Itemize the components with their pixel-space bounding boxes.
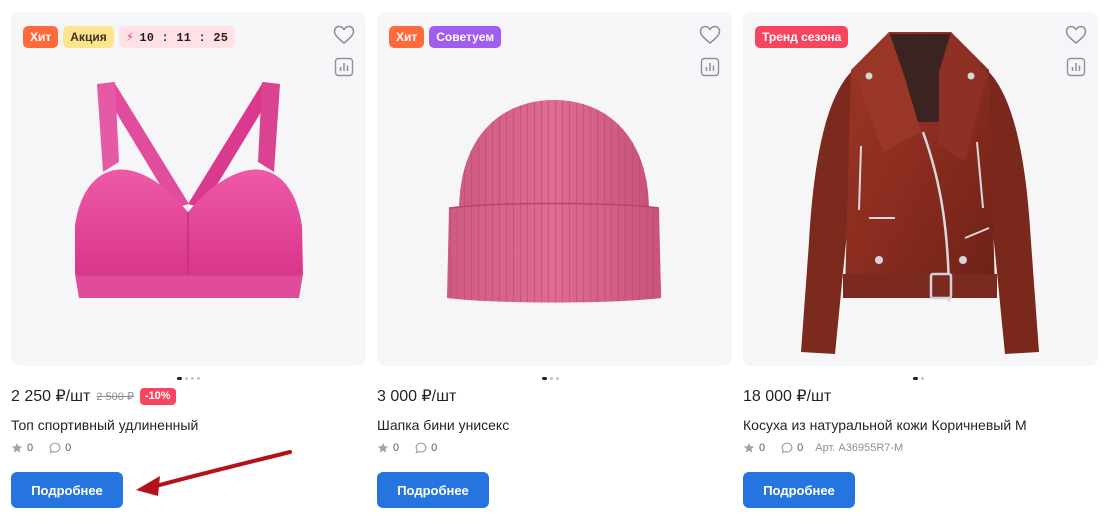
badges: Хит Акция ⚡ 10 : 11 : 25: [23, 26, 236, 48]
product-title[interactable]: Шапка бини унисекс: [377, 417, 509, 433]
details-button[interactable]: Подробнее: [11, 472, 123, 508]
price: 18 000 ₽/шт: [743, 388, 832, 405]
beanie-image: [447, 100, 661, 303]
rating-value: 0: [759, 442, 766, 454]
product-meta: 0 0 Арт. A36955R7-M: [743, 442, 903, 454]
product-image-box[interactable]: Хит Акция ⚡ 10 : 11 : 25: [11, 12, 366, 366]
details-button[interactable]: Подробнее: [743, 472, 855, 508]
product-meta: 0 0: [11, 442, 71, 454]
chart-bar-icon: [700, 57, 720, 77]
price-row: 18 000 ₽/шт: [743, 386, 831, 406]
reviews-count: 0: [797, 442, 804, 454]
reviews-count: 0: [431, 442, 438, 454]
timer-value: 10 : 11 : 25: [139, 31, 229, 45]
badge-trend: Тренд сезона: [755, 26, 849, 48]
heart-icon: [1065, 25, 1087, 44]
price-row: 2 250 ₽/шт 2 500 ₽ -10%: [11, 386, 176, 406]
lightning-icon: ⚡: [125, 30, 135, 44]
product-title[interactable]: Топ спортивный удлиненный: [11, 417, 198, 433]
image-pagination[interactable]: [913, 377, 924, 380]
chat-bubble-icon: [781, 442, 793, 454]
image-pagination[interactable]: [177, 377, 200, 380]
badge-hit: Хит: [389, 26, 425, 48]
pagination-dot[interactable]: [191, 377, 194, 380]
price-row: 3 000 ₽/шт: [377, 386, 456, 406]
pagination-dot[interactable]: [550, 377, 553, 380]
favorite-button[interactable]: [698, 23, 722, 47]
reviews-count: 0: [65, 442, 72, 454]
rating-value: 0: [27, 442, 34, 454]
product-meta: 0 0: [377, 442, 437, 454]
pagination-dot[interactable]: [913, 377, 918, 380]
badge-hit: Хит: [23, 26, 59, 48]
discount-badge: -10%: [139, 387, 176, 405]
price: 2 250 ₽/шт: [11, 388, 91, 405]
pagination-dot[interactable]: [197, 377, 200, 380]
product-title[interactable]: Косуха из натуральной кожи Коричневый M: [743, 417, 1027, 433]
star-icon: [377, 442, 389, 454]
chart-bar-icon: [334, 57, 354, 77]
chart-bar-icon: [1066, 57, 1086, 77]
price: 3 000 ₽/шт: [377, 388, 457, 405]
favorite-button[interactable]: [1064, 23, 1088, 47]
compare-button[interactable]: [332, 55, 356, 79]
star-icon: [11, 442, 23, 454]
star-icon: [743, 442, 755, 454]
rating-value: 0: [393, 442, 400, 454]
pagination-dot[interactable]: [177, 377, 182, 380]
favorite-button[interactable]: [332, 23, 356, 47]
heart-icon: [333, 25, 355, 44]
heart-icon: [699, 25, 721, 44]
sports-bra-image: [75, 82, 303, 298]
product-image-box[interactable]: Тренд сезона: [743, 12, 1098, 366]
image-pagination[interactable]: [542, 377, 559, 380]
product-card: Хит Советуем 3 000 ₽/шт Шапка бини унисе…: [377, 12, 732, 512]
badges: Хит Советуем: [389, 26, 502, 48]
chat-bubble-icon: [415, 442, 427, 454]
product-card: Хит Акция ⚡ 10 : 11 : 25 2 250 ₽/шт 2 500…: [11, 12, 366, 512]
details-button[interactable]: Подробнее: [377, 472, 489, 508]
product-grid: Хит Акция ⚡ 10 : 11 : 25 2 250 ₽/шт 2 500…: [11, 12, 1098, 512]
badge-promo: Акция: [63, 26, 114, 48]
badge-timer: ⚡ 10 : 11 : 25: [118, 26, 236, 48]
pagination-dot[interactable]: [185, 377, 188, 380]
badges: Тренд сезона: [755, 26, 849, 48]
badge-advise: Советуем: [429, 26, 502, 48]
leather-jacket-image: [801, 32, 1039, 354]
product-card: Тренд сезона 18 000 ₽/шт Косуха из натур…: [743, 12, 1098, 512]
old-price: 2 500 ₽: [96, 390, 134, 403]
compare-button[interactable]: [698, 55, 722, 79]
pagination-dot[interactable]: [556, 377, 559, 380]
sku-label: Арт. A36955R7-M: [815, 442, 904, 454]
pagination-dot[interactable]: [921, 377, 924, 380]
pagination-dot[interactable]: [542, 377, 547, 380]
chat-bubble-icon: [49, 442, 61, 454]
product-image-box[interactable]: Хит Советуем: [377, 12, 732, 366]
compare-button[interactable]: [1064, 55, 1088, 79]
